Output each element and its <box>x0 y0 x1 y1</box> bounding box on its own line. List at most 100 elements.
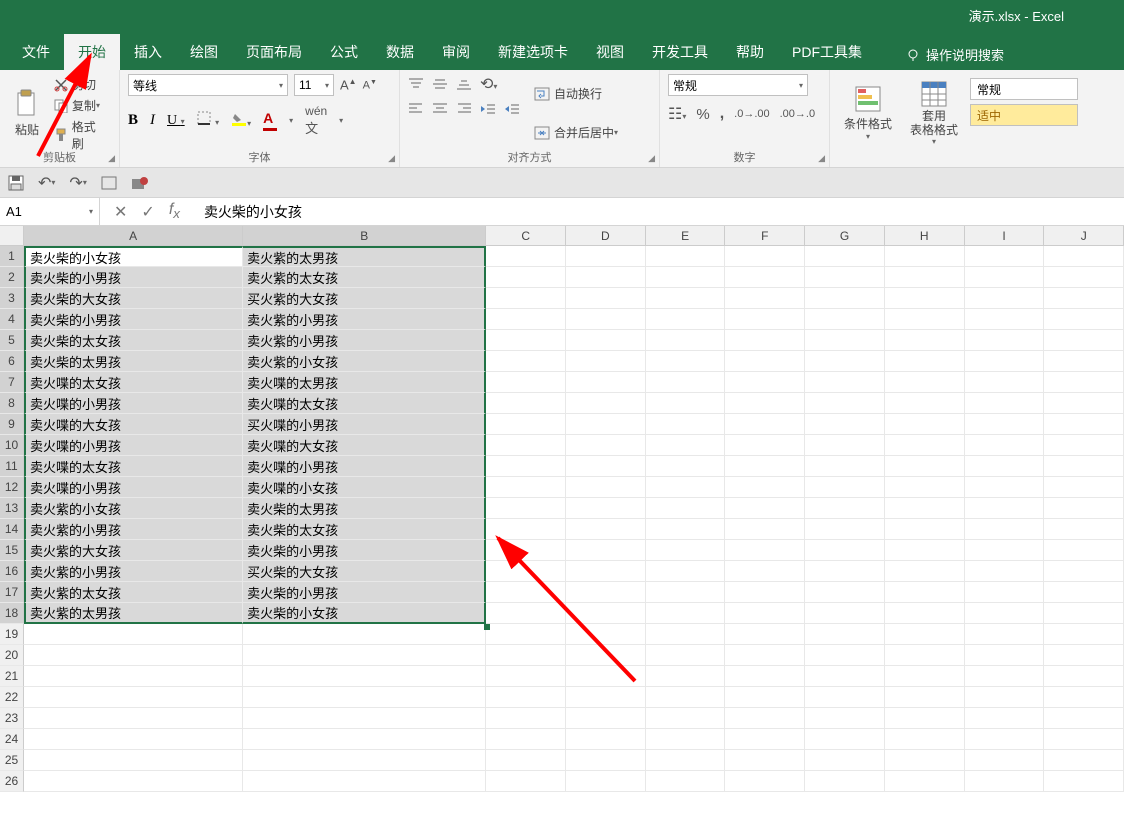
cell-B4[interactable]: 卖火紫的小男孩 <box>243 309 486 330</box>
cell-A12[interactable]: 卖火喋的小男孩 <box>24 477 243 498</box>
cell-B22[interactable] <box>243 687 486 708</box>
cell-A5[interactable]: 卖火柴的太女孩 <box>24 330 243 351</box>
cell-F23[interactable] <box>725 708 805 729</box>
cell-B6[interactable]: 卖火紫的小女孩 <box>243 351 486 372</box>
cell-E18[interactable] <box>646 603 726 624</box>
row-header-18[interactable]: 18 <box>0 603 24 624</box>
cell-J22[interactable] <box>1044 687 1124 708</box>
cell-I24[interactable] <box>965 729 1045 750</box>
undo-button[interactable]: ↶ ▾ <box>38 173 55 193</box>
cell-J13[interactable] <box>1044 498 1124 519</box>
cell-H9[interactable] <box>885 414 965 435</box>
cell-B13[interactable]: 卖火柴的太男孩 <box>243 498 486 519</box>
cell-E6[interactable] <box>646 351 726 372</box>
cell-I15[interactable] <box>965 540 1045 561</box>
cell-I23[interactable] <box>965 708 1045 729</box>
cell-I22[interactable] <box>965 687 1045 708</box>
row-header-21[interactable]: 21 <box>0 666 24 687</box>
col-header-B[interactable]: B <box>243 226 486 246</box>
cell-B7[interactable]: 卖火喋的太男孩 <box>243 372 486 393</box>
fill-handle-icon[interactable] <box>484 624 490 630</box>
cell-C9[interactable] <box>486 414 566 435</box>
row-header-17[interactable]: 17 <box>0 582 24 603</box>
cell-I6[interactable] <box>965 351 1045 372</box>
tab-文件[interactable]: 文件 <box>8 34 64 70</box>
cell-J17[interactable] <box>1044 582 1124 603</box>
cell-F20[interactable] <box>725 645 805 666</box>
cell-C26[interactable] <box>486 771 566 792</box>
row-header-10[interactable]: 10 <box>0 435 24 456</box>
cell-F25[interactable] <box>725 750 805 771</box>
cell-H6[interactable] <box>885 351 965 372</box>
bold-button[interactable]: B <box>128 112 138 129</box>
cell-D1[interactable] <box>566 246 646 267</box>
formula-input[interactable]: 卖火柴的小女孩 <box>194 202 1124 222</box>
number-launcher-icon[interactable]: ◢ <box>818 153 825 164</box>
cell-B12[interactable]: 卖火喋的小女孩 <box>243 477 486 498</box>
cell-I10[interactable] <box>965 435 1045 456</box>
cell-F14[interactable] <box>725 519 805 540</box>
cell-B26[interactable] <box>243 771 486 792</box>
cell-A25[interactable] <box>24 750 243 771</box>
col-header-I[interactable]: I <box>965 226 1045 246</box>
cell-I21[interactable] <box>965 666 1045 687</box>
tell-me-search[interactable]: 操作说明搜索 <box>896 39 1014 70</box>
row-header-24[interactable]: 24 <box>0 729 24 750</box>
cell-B9[interactable]: 买火喋的小男孩 <box>243 414 486 435</box>
cell-G14[interactable] <box>805 519 885 540</box>
cell-H14[interactable] <box>885 519 965 540</box>
cell-B2[interactable]: 卖火紫的太女孩 <box>243 267 486 288</box>
cell-D11[interactable] <box>566 456 646 477</box>
cell-A9[interactable]: 卖火喋的大女孩 <box>24 414 243 435</box>
cell-G2[interactable] <box>805 267 885 288</box>
cell-I14[interactable] <box>965 519 1045 540</box>
cell-H1[interactable] <box>885 246 965 267</box>
cell-E2[interactable] <box>646 267 726 288</box>
tab-开始[interactable]: 开始 <box>64 34 120 70</box>
col-header-F[interactable]: F <box>725 226 805 246</box>
row-header-8[interactable]: 8 <box>0 393 24 414</box>
cell-J3[interactable] <box>1044 288 1124 309</box>
cell-F7[interactable] <box>725 372 805 393</box>
cell-C14[interactable] <box>486 519 566 540</box>
cell-J23[interactable] <box>1044 708 1124 729</box>
cell-D8[interactable] <box>566 393 646 414</box>
cell-G13[interactable] <box>805 498 885 519</box>
cell-J15[interactable] <box>1044 540 1124 561</box>
cell-C18[interactable] <box>486 603 566 624</box>
cell-G25[interactable] <box>805 750 885 771</box>
cell-D7[interactable] <box>566 372 646 393</box>
cell-H16[interactable] <box>885 561 965 582</box>
italic-button[interactable]: I <box>150 112 155 129</box>
align-bottom-icon[interactable] <box>456 77 472 91</box>
row-header-23[interactable]: 23 <box>0 708 24 729</box>
cell-B23[interactable] <box>243 708 486 729</box>
cell-J2[interactable] <box>1044 267 1124 288</box>
cell-H2[interactable] <box>885 267 965 288</box>
cell-B11[interactable]: 卖火喋的小男孩 <box>243 456 486 477</box>
cell-A22[interactable] <box>24 687 243 708</box>
cell-H17[interactable] <box>885 582 965 603</box>
cell-B21[interactable] <box>243 666 486 687</box>
cell-H3[interactable] <box>885 288 965 309</box>
cell-F12[interactable] <box>725 477 805 498</box>
save-button[interactable] <box>8 175 24 191</box>
cell-H7[interactable] <box>885 372 965 393</box>
underline-button[interactable]: U ▾ <box>167 113 185 129</box>
cell-H15[interactable] <box>885 540 965 561</box>
cell-B25[interactable] <box>243 750 486 771</box>
cell-I2[interactable] <box>965 267 1045 288</box>
cell-A13[interactable]: 卖火紫的小女孩 <box>24 498 243 519</box>
col-header-E[interactable]: E <box>646 226 726 246</box>
cell-I8[interactable] <box>965 393 1045 414</box>
cell-A11[interactable]: 卖火喋的太女孩 <box>24 456 243 477</box>
cell-J14[interactable] <box>1044 519 1124 540</box>
cell-H26[interactable] <box>885 771 965 792</box>
cell-A21[interactable] <box>24 666 243 687</box>
cell-A7[interactable]: 卖火喋的太女孩 <box>24 372 243 393</box>
col-header-H[interactable]: H <box>885 226 965 246</box>
phonetic-button[interactable]: wén文 <box>305 104 327 137</box>
col-header-C[interactable]: C <box>486 226 566 246</box>
cell-J9[interactable] <box>1044 414 1124 435</box>
comma-button[interactable]: , <box>720 105 724 123</box>
